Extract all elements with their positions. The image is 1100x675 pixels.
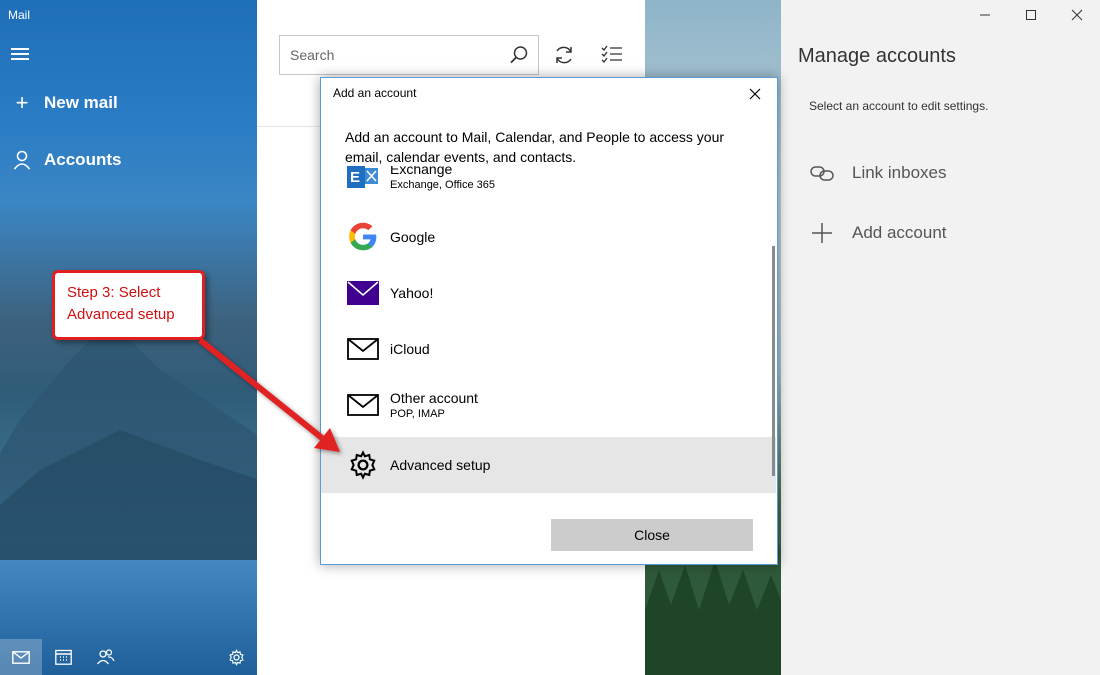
account-desc: Exchange, Office 365 — [390, 179, 495, 191]
account-desc: POP, IMAP — [390, 408, 445, 420]
account-provider-list: E Exchange Exchange, Office 365 Google Y… — [321, 166, 776, 496]
add-account-dialog: Add an account Add an account to Mail, C… — [320, 77, 778, 565]
window-close-icon[interactable] — [1054, 0, 1100, 30]
account-name: Exchange — [390, 166, 453, 177]
hamburger-menu-icon[interactable] — [11, 45, 31, 61]
dialog-intro-text: Add an account to Mail, Calendar, and Pe… — [345, 129, 725, 165]
yahoo-icon — [345, 275, 381, 311]
step-callout: Step 3: Select Advanced setup — [52, 270, 205, 340]
account-option-exchange[interactable]: E Exchange Exchange, Office 365 — [321, 166, 776, 204]
gear-icon — [345, 447, 381, 483]
people-icon[interactable] — [84, 639, 126, 675]
accounts-button[interactable]: Accounts — [10, 150, 121, 170]
search-icon[interactable] — [500, 45, 538, 65]
settings-icon[interactable] — [215, 639, 257, 675]
search-box[interactable] — [279, 35, 539, 75]
account-option-other[interactable]: Other account POP, IMAP — [321, 377, 776, 433]
account-name: Other account — [390, 390, 478, 406]
link-icon — [809, 163, 835, 183]
account-option-google[interactable]: Google — [321, 209, 776, 265]
link-inboxes-button[interactable]: Link inboxes — [809, 163, 947, 183]
account-name: iCloud — [390, 341, 430, 357]
account-option-advanced-setup[interactable]: Advanced setup — [321, 437, 776, 493]
account-option-icloud[interactable]: iCloud — [321, 321, 776, 377]
add-account-label: Add account — [852, 223, 947, 242]
svg-text:E: E — [350, 169, 360, 186]
maximize-icon[interactable] — [1008, 0, 1054, 30]
callout-line-2: Advanced setup — [67, 306, 175, 323]
selection-mode-icon[interactable] — [601, 44, 623, 69]
search-input[interactable] — [280, 36, 500, 74]
dialog-scrollbar[interactable] — [772, 246, 775, 476]
add-account-button[interactable]: Add account — [809, 221, 947, 245]
person-icon — [10, 150, 34, 170]
account-name: Advanced setup — [390, 457, 491, 473]
window-controls — [962, 0, 1100, 30]
dialog-title: Add an account — [333, 86, 417, 100]
google-icon — [345, 219, 381, 255]
envelope-icon — [345, 331, 381, 367]
app-title: Mail — [8, 8, 31, 22]
new-mail-button[interactable]: + New mail — [10, 90, 118, 116]
close-button[interactable]: Close — [551, 519, 753, 551]
callout-line-1: Step 3: Select — [67, 284, 161, 301]
account-option-yahoo[interactable]: Yahoo! — [321, 265, 776, 321]
envelope-icon — [345, 387, 381, 423]
nav-bottom-bar — [0, 639, 257, 675]
exchange-icon: E — [345, 166, 381, 194]
account-name: Yahoo! — [390, 285, 434, 301]
plus-icon: + — [15, 90, 29, 115]
accounts-label: Accounts — [44, 150, 122, 169]
minimize-icon[interactable] — [962, 0, 1008, 30]
sync-icon[interactable] — [553, 44, 575, 71]
account-name: Google — [390, 229, 436, 245]
manage-accounts-subtitle: Select an account to edit settings. — [809, 99, 989, 113]
manage-accounts-pane: Manage accounts Select an account to edi… — [781, 0, 1100, 675]
plus-icon — [809, 221, 835, 245]
link-inboxes-label: Link inboxes — [852, 163, 947, 182]
dialog-close-icon[interactable] — [743, 83, 767, 105]
calendar-icon[interactable] — [42, 639, 84, 675]
manage-accounts-title: Manage accounts — [798, 45, 956, 67]
mail-icon[interactable] — [0, 639, 42, 675]
new-mail-label: New mail — [44, 93, 118, 112]
